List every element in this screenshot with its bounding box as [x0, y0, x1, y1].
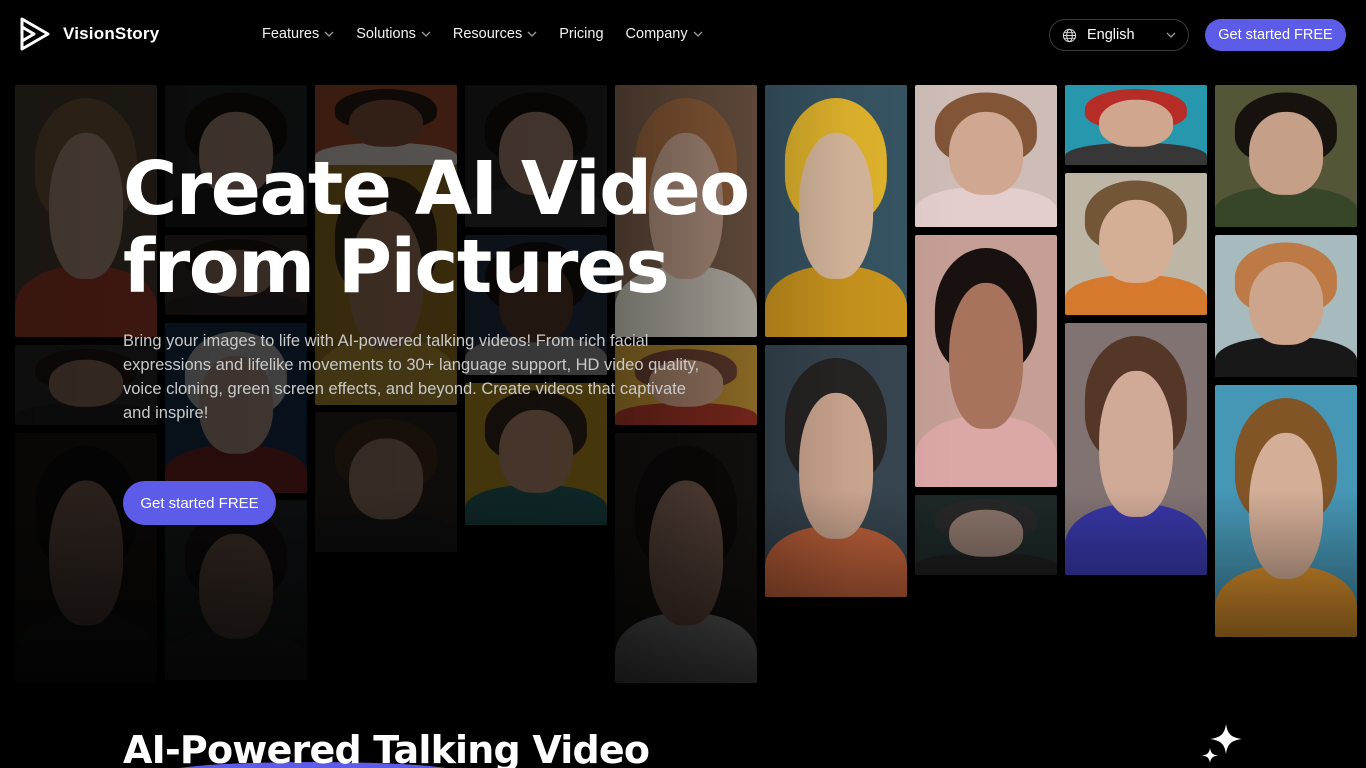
- chevron-down-icon: [527, 31, 537, 37]
- portrait-tile: [1065, 173, 1207, 315]
- portrait-tile: [1215, 385, 1357, 637]
- portrait-shade: [1215, 235, 1357, 377]
- chevron-down-icon: [421, 31, 431, 37]
- portrait-shade: [1065, 173, 1207, 315]
- section-title: AI-Powered Talking Video: [123, 728, 650, 768]
- hero-title-line2: from Pictures: [123, 224, 670, 310]
- nav-item-features[interactable]: Features: [262, 26, 334, 42]
- portrait-shade: [615, 433, 757, 683]
- language-label: English: [1087, 27, 1135, 43]
- feature-section: AI-Powered Talking Video: [0, 700, 1366, 768]
- chevron-down-icon: [324, 31, 334, 37]
- portrait-shade: [1065, 85, 1207, 165]
- chevron-down-icon: [693, 31, 703, 37]
- portrait-shade: [1215, 85, 1357, 227]
- get-started-nav-button[interactable]: Get started FREE: [1205, 19, 1346, 51]
- portrait-tile: [915, 85, 1057, 227]
- chevron-down-icon: [1166, 32, 1176, 38]
- portrait-tile: [1065, 85, 1207, 165]
- nav-item-label: Features: [262, 26, 320, 42]
- portrait-tile: [165, 500, 307, 680]
- nav-item-company[interactable]: Company: [626, 26, 703, 42]
- nav-item-label: Pricing: [559, 26, 604, 42]
- portrait-shade: [1065, 323, 1207, 575]
- hero-title: Create AI Video from Pictures: [123, 150, 763, 306]
- nav-item-label: Resources: [452, 26, 523, 42]
- nav-item-resources[interactable]: Resources: [453, 26, 537, 42]
- portrait-shade: [915, 495, 1057, 575]
- portrait-tile: [765, 85, 907, 337]
- portrait-shade: [15, 433, 157, 683]
- portrait-shade: [1215, 385, 1357, 637]
- portrait-tile: [1215, 85, 1357, 227]
- language-selector[interactable]: English: [1049, 19, 1189, 51]
- get-started-hero-button[interactable]: Get started FREE: [123, 481, 276, 525]
- nav-item-label: Solutions: [356, 26, 416, 42]
- portrait-shade: [315, 412, 457, 552]
- portrait-shade: [765, 345, 907, 597]
- brand-name: VisionStory: [63, 24, 160, 43]
- portrait-tile: [15, 433, 157, 683]
- portrait-tile: [615, 433, 757, 683]
- play-logo-icon: [20, 17, 50, 51]
- portrait-tile: [1065, 323, 1207, 575]
- portrait-tile: [1215, 235, 1357, 377]
- hero-subtitle: Bring your images to life with AI-powere…: [123, 332, 700, 422]
- brand-logo[interactable]: VisionStory: [20, 17, 159, 51]
- portrait-shade: [165, 500, 307, 680]
- top-navigation: VisionStory Features Solutions Resources…: [0, 0, 1366, 70]
- hero-title-line1: Create AI Video: [123, 146, 750, 232]
- nav-menu: Features Solutions Resources Pricing Com…: [262, 26, 703, 42]
- portrait-shade: [765, 85, 907, 337]
- globe-icon: [1062, 28, 1077, 42]
- portrait-tile: [915, 235, 1057, 487]
- nav-item-pricing[interactable]: Pricing: [559, 26, 603, 42]
- portrait-shade: [915, 235, 1057, 487]
- portrait-tile: [915, 495, 1057, 575]
- portrait-tile: [765, 345, 907, 597]
- nav-item-label: Company: [625, 26, 688, 42]
- sparkle-icon: [1202, 724, 1242, 763]
- portrait-shade: [915, 85, 1057, 227]
- nav-item-solutions[interactable]: Solutions: [356, 26, 431, 42]
- portrait-tile: [315, 412, 457, 552]
